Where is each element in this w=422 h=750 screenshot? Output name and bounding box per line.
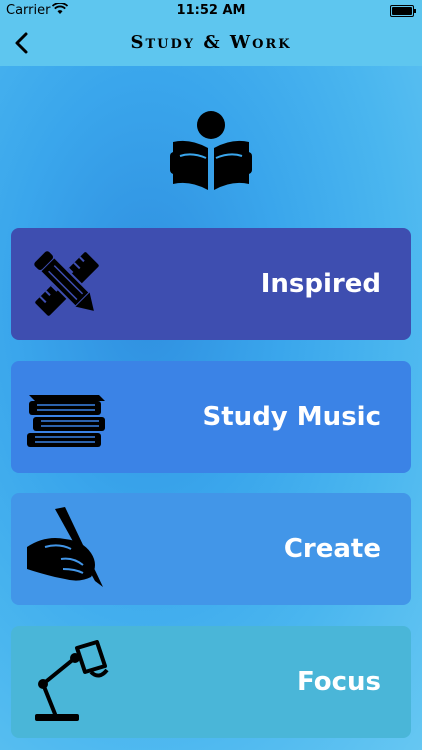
hand-writing-icon xyxy=(27,507,103,587)
pencil-ruler-icon xyxy=(34,251,99,316)
card-create[interactable]: Create xyxy=(11,493,411,605)
nav-bar: Study & Work xyxy=(0,22,422,66)
book-stack-icon xyxy=(27,395,105,447)
card-focus[interactable]: Focus xyxy=(11,626,411,738)
page-title: Study & Work xyxy=(130,32,292,53)
clock: 11:52 AM xyxy=(176,3,246,18)
reading-person-icon xyxy=(170,111,252,190)
card-label-study-music: Study Music xyxy=(202,402,381,432)
card-label-create: Create xyxy=(283,534,381,564)
card-inspired[interactable]: Inspired xyxy=(11,228,411,340)
card-study-music[interactable]: Study Music xyxy=(11,361,411,473)
status-bar: Carrier 11:52 AM xyxy=(0,0,422,22)
battery-icon xyxy=(390,5,416,17)
desk-lamp-icon xyxy=(35,640,109,721)
card-label-focus: Focus xyxy=(297,667,381,697)
card-label-inspired: Inspired xyxy=(260,269,381,299)
